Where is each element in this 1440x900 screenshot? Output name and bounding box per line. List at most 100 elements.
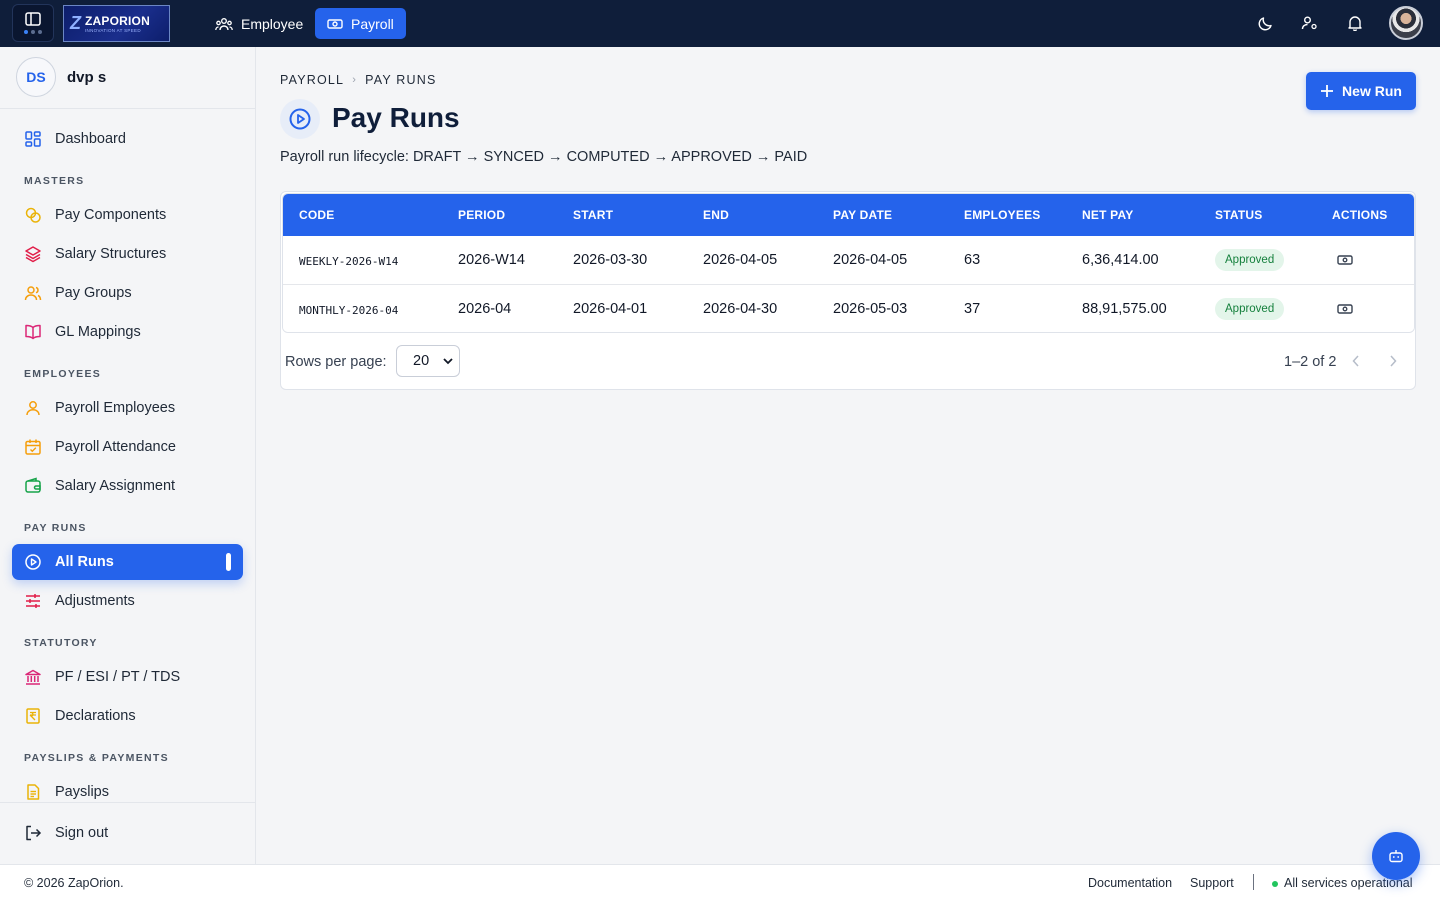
- sidebar-item-salary-assignment[interactable]: Salary Assignment: [12, 468, 243, 504]
- column-header-end[interactable]: END: [703, 208, 729, 222]
- sidebar-item-label: Pay Components: [55, 207, 167, 223]
- sidebar-item-label: Adjustments: [55, 593, 135, 609]
- view-payslips-button[interactable]: [1336, 252, 1354, 268]
- sidebar-item-pay-components[interactable]: Pay Components: [12, 197, 243, 233]
- cell-period: 2026-W14: [458, 252, 525, 268]
- pay-runs-table: CODE PERIOD START END PAY DATE EMPLOYEES…: [282, 193, 1415, 333]
- sidebar-item-payroll-employees[interactable]: Payroll Employees: [12, 390, 243, 426]
- user-icon: [26, 401, 40, 416]
- breadcrumb: PAYROLL › PAY RUNS: [280, 73, 437, 87]
- plus-icon: [1321, 85, 1334, 97]
- tab-payroll-label: Payroll: [351, 15, 394, 32]
- section-employees: EMPLOYEES: [24, 368, 102, 380]
- sidebar-item-label: Salary Assignment: [55, 478, 176, 494]
- cell-period: 2026-04: [458, 301, 512, 317]
- sign-out-icon: [26, 825, 42, 841]
- wallet-icon: [25, 477, 41, 493]
- bot-icon: [1389, 850, 1403, 863]
- user-settings-button[interactable]: [1299, 12, 1321, 34]
- tab-payroll[interactable]: Payroll: [315, 8, 406, 39]
- user-avatar: DS: [16, 57, 56, 97]
- previous-page-button[interactable]: [1347, 352, 1365, 370]
- chevron-left-icon: [1352, 355, 1359, 367]
- column-header-pay-date[interactable]: PAY DATE: [833, 208, 892, 222]
- tab-employee[interactable]: Employee: [203, 8, 315, 39]
- sidebar-item-label: Payroll Employees: [55, 400, 176, 416]
- cell-pay-date: 2026-05-03: [833, 301, 908, 317]
- calendar-icon: [25, 439, 41, 455]
- sidebar-item-label: PF / ESI / PT / TDS: [55, 669, 181, 685]
- sidebar-item-statutory[interactable]: PF / ESI / PT / TDS: [12, 659, 243, 695]
- sidebar-item-declarations[interactable]: Declarations: [12, 698, 243, 734]
- assistant-bot-button[interactable]: [1372, 832, 1420, 880]
- coins-icon: [25, 207, 41, 223]
- documentation-link[interactable]: Documentation: [1088, 876, 1172, 890]
- new-run-button[interactable]: New Run: [1306, 72, 1416, 110]
- column-header-net-pay[interactable]: NET PAY: [1082, 208, 1133, 222]
- cell-start: 2026-04-01: [573, 301, 648, 317]
- section-masters: MASTERS: [24, 175, 85, 187]
- cell-end: 2026-04-05: [703, 252, 778, 268]
- bell-icon: [1348, 16, 1362, 31]
- chevron-right-icon: [1390, 355, 1397, 367]
- column-header-code[interactable]: CODE: [299, 208, 334, 222]
- top-bar: Z ZAPORION INNOVATION AT SPEED Employee …: [0, 0, 1440, 47]
- profile-avatar[interactable]: [1389, 6, 1423, 40]
- next-page-button[interactable]: [1384, 352, 1402, 370]
- users-icon: [215, 17, 233, 30]
- breadcrumb-pay-runs: PAY RUNS: [365, 73, 437, 87]
- sign-out-button[interactable]: Sign out: [12, 815, 243, 851]
- support-link[interactable]: Support: [1190, 876, 1234, 890]
- page-subtitle: Payroll run lifecycle: DRAFT → SYNCED → …: [280, 149, 808, 165]
- rows-per-page-value: 20: [413, 353, 430, 369]
- column-header-employees[interactable]: EMPLOYEES: [964, 208, 1040, 222]
- view-payslips-button[interactable]: [1336, 301, 1354, 317]
- money-icon: [1337, 304, 1353, 314]
- cell-code: MONTHLY-2026-04: [299, 304, 399, 317]
- sidebar-item-dashboard[interactable]: Dashboard: [12, 121, 243, 157]
- cell-end: 2026-04-30: [703, 301, 778, 317]
- status-dot: [1272, 881, 1278, 887]
- footer: © 2026 ZapOrion. Documentation Support A…: [0, 864, 1440, 900]
- breadcrumb-payroll[interactable]: PAYROLL: [280, 73, 344, 87]
- rows-per-page-select[interactable]: 20: [396, 345, 460, 377]
- sidebar-item-label: Dashboard: [55, 131, 126, 147]
- cell-employees: 63: [964, 252, 981, 268]
- bank-icon: [25, 669, 41, 685]
- chevron-down-icon: [443, 358, 453, 365]
- table-row[interactable]: WEEKLY-2026-W14 2026-W14 2026-03-30 2026…: [283, 236, 1414, 285]
- divider: [0, 108, 255, 109]
- sidebar-item-gl-mappings[interactable]: GL Mappings: [12, 314, 243, 350]
- money-icon: [1337, 255, 1353, 265]
- column-header-actions: ACTIONS: [1332, 208, 1388, 222]
- sidebar-item-payroll-attendance[interactable]: Payroll Attendance: [12, 429, 243, 465]
- moon-icon: [1258, 17, 1272, 31]
- active-indicator: [226, 553, 231, 571]
- cell-pay-date: 2026-04-05: [833, 252, 908, 268]
- column-header-period[interactable]: PERIOD: [458, 208, 505, 222]
- sidebar: DS dvp s Dashboard MASTERS Pay Component…: [0, 47, 256, 864]
- app-logo[interactable]: Z ZAPORION INNOVATION AT SPEED: [63, 5, 170, 42]
- notifications-button[interactable]: [1344, 12, 1366, 34]
- sign-out-label: Sign out: [55, 825, 109, 841]
- table-row[interactable]: MONTHLY-2026-04 2026-04 2026-04-01 2026-…: [283, 285, 1414, 332]
- sidebar-item-pay-groups[interactable]: Pay Groups: [12, 275, 243, 311]
- column-header-start[interactable]: START: [573, 208, 613, 222]
- copyright: © 2026 ZapOrion.: [24, 876, 124, 890]
- group-icon: [24, 286, 42, 301]
- sidebar-item-label: GL Mappings: [55, 324, 141, 340]
- cell-net-pay: 6,36,414.00: [1082, 252, 1159, 268]
- sidebar-item-adjustments[interactable]: Adjustments: [12, 583, 243, 619]
- dashboard-icon: [25, 131, 41, 147]
- sidebar-item-payslips[interactable]: Payslips: [12, 774, 243, 810]
- logo-tagline: INNOVATION AT SPEED: [85, 28, 141, 33]
- user-profile[interactable]: DS dvp s: [16, 57, 106, 97]
- column-header-status[interactable]: STATUS: [1215, 208, 1262, 222]
- pagination-range: 1–2 of 2: [1284, 354, 1337, 370]
- theme-toggle-button[interactable]: [1255, 12, 1277, 34]
- sidebar-item-all-runs[interactable]: All Runs: [12, 544, 243, 580]
- logo-name: ZAPORION: [85, 14, 150, 28]
- sidebar-item-salary-structures[interactable]: Salary Structures: [12, 236, 243, 272]
- table-header: CODE PERIOD START END PAY DATE EMPLOYEES…: [283, 194, 1414, 236]
- sidebar-toggle-button[interactable]: [12, 4, 54, 42]
